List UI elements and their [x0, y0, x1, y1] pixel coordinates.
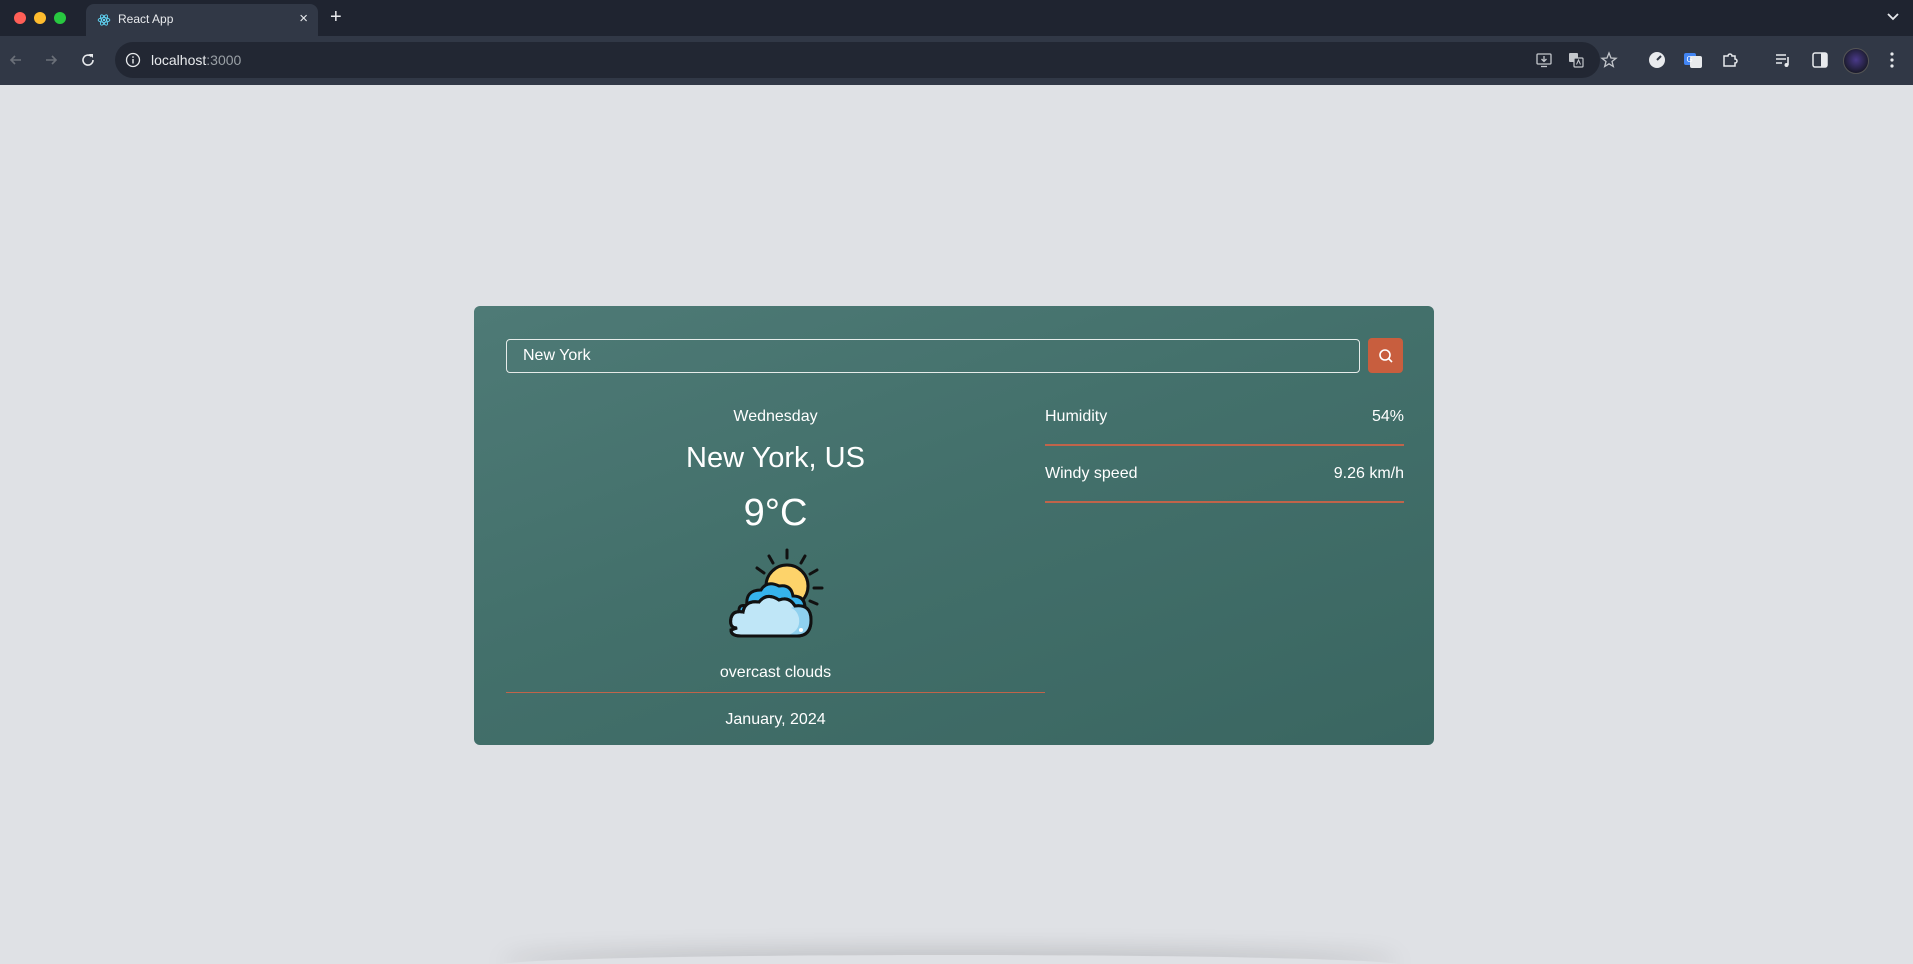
bookmark-star-icon[interactable]: [1600, 51, 1618, 69]
sun-behind-clouds-icon: [729, 548, 824, 638]
reading-list-icon[interactable]: [1773, 50, 1793, 70]
window-zoom-button[interactable]: [54, 12, 66, 24]
reload-icon: [82, 54, 94, 66]
weekday-label: Wednesday: [733, 408, 818, 425]
browser-menu-icon[interactable]: [1882, 50, 1902, 70]
stat-label: Humidity: [1045, 408, 1108, 425]
browser-toolbar: localhost:3000 G: [0, 36, 1913, 85]
stat-value: 9.26 km/h: [1333, 465, 1404, 482]
browser-tab[interactable]: React App ×: [86, 4, 318, 36]
forward-button[interactable]: [40, 49, 62, 71]
url-text: localhost:3000: [151, 52, 241, 68]
tab-search-chevron-icon[interactable]: [1885, 8, 1901, 24]
city-search-input[interactable]: [506, 339, 1360, 373]
tab-close-icon[interactable]: ×: [299, 10, 308, 28]
address-bar[interactable]: localhost:3000: [115, 42, 1618, 78]
translate-extension-icon[interactable]: G: [1683, 50, 1703, 70]
weather-card: Wednesday New York, US 9°C ov: [474, 306, 1434, 745]
month-year-label: January, 2024: [725, 711, 826, 728]
forward-icon: [46, 55, 58, 65]
window-minimize-button[interactable]: [34, 12, 46, 24]
reload-button[interactable]: [77, 49, 99, 71]
install-app-icon[interactable]: [1535, 51, 1553, 69]
translate-icon[interactable]: [1567, 51, 1585, 69]
url-port: :3000: [206, 52, 242, 68]
tab-title: React App: [118, 12, 174, 26]
speed-dial-extension-icon[interactable]: [1647, 50, 1667, 70]
profile-avatar[interactable]: [1843, 48, 1869, 74]
url-host: localhost: [151, 52, 207, 68]
stat-value: 54%: [1371, 408, 1404, 425]
extensions-puzzle-icon[interactable]: [1720, 50, 1740, 70]
site-info-icon[interactable]: [125, 52, 141, 68]
browser-tab-bar: React App × +: [0, 0, 1913, 36]
page-bottom-shadow: [500, 955, 1400, 964]
search-icon: [1378, 348, 1393, 363]
side-panel-icon[interactable]: [1810, 50, 1830, 70]
stat-label: Windy speed: [1045, 465, 1138, 482]
new-tab-button[interactable]: +: [330, 7, 342, 27]
react-favicon-icon: [97, 14, 111, 26]
back-icon: [9, 55, 21, 65]
location-title: New York, US: [686, 442, 865, 474]
stat-row-humidity: Humidity 54%: [1045, 406, 1404, 446]
svg-text:G: G: [1687, 55, 1693, 64]
stat-row-wind-speed: Windy speed 9.26 km/h: [1045, 463, 1404, 503]
window-close-button[interactable]: [14, 12, 26, 24]
back-button[interactable]: [5, 49, 27, 71]
search-button[interactable]: [1368, 338, 1403, 373]
temperature-value: 9°C: [743, 492, 808, 534]
weather-divider: [506, 692, 1045, 693]
weather-description: overcast clouds: [719, 664, 832, 681]
